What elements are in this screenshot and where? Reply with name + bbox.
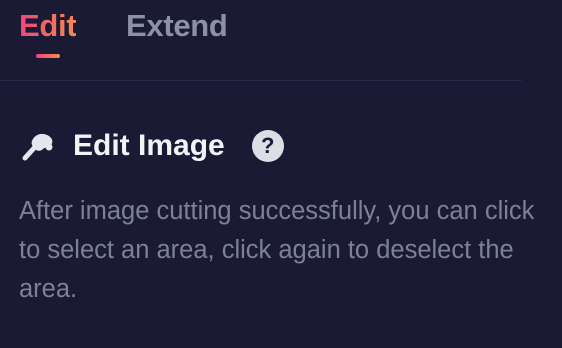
section-description: After image cutting successfully, you ca… (19, 197, 535, 303)
edit-panel: Edit Extend Edit Image ? After image cut… (0, 0, 562, 348)
tab-bar: Edit Extend (0, 0, 522, 81)
active-tab-indicator (36, 54, 60, 58)
tab-extend[interactable]: Extend (126, 8, 228, 44)
section-heading: Edit Image ? (19, 126, 284, 166)
edit-hand-icon (19, 127, 57, 165)
tab-edit[interactable]: Edit (19, 8, 77, 44)
help-icon[interactable]: ? (251, 130, 284, 162)
section-title: Edit Image (73, 129, 225, 162)
